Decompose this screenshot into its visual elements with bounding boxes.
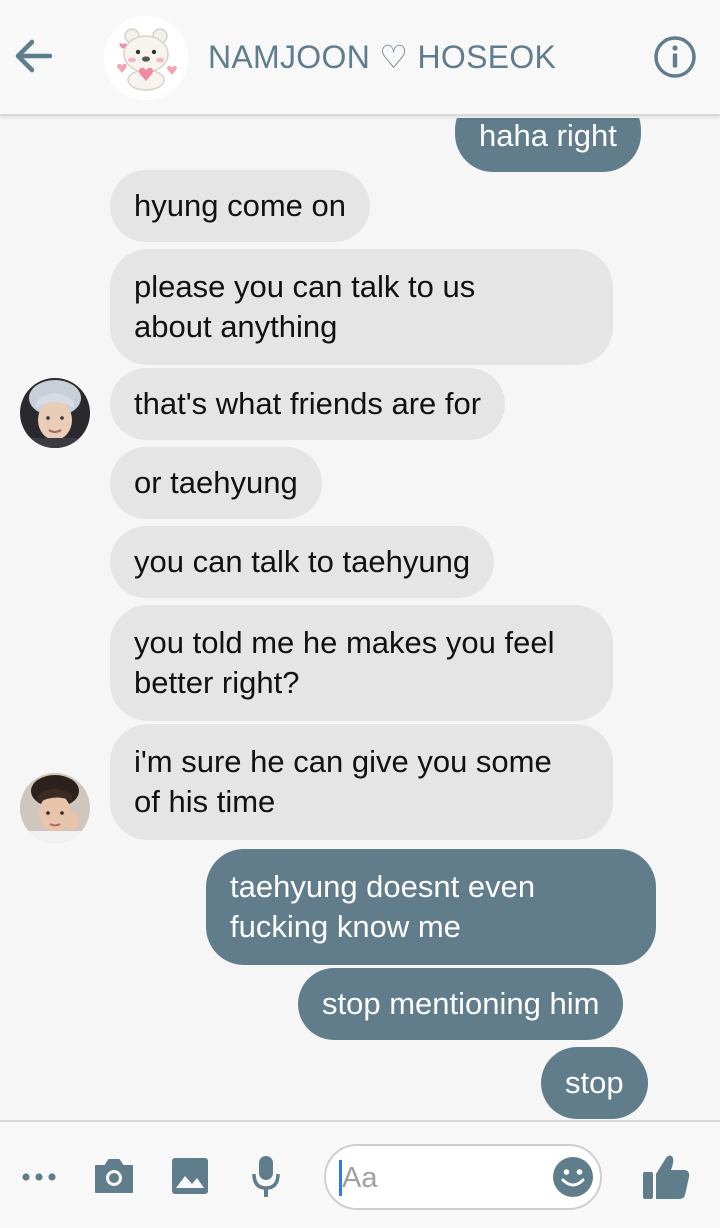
incoming-message[interactable]: that's what friends are for xyxy=(110,368,506,440)
message-input-placeholder: Aa xyxy=(342,1162,378,1194)
more-icon xyxy=(22,1173,56,1181)
incoming-message[interactable]: you told me he makes you feel better rig… xyxy=(110,605,613,721)
voice-button[interactable] xyxy=(250,1154,282,1200)
chat-header: NAMJOON ♡ HOSEOK xyxy=(0,0,720,116)
message-text: about anything xyxy=(134,309,338,344)
outgoing-message[interactable]: taehyung doesnt even fucking know me xyxy=(206,849,656,965)
message-text: i'm sure he can give you some xyxy=(134,744,552,779)
conversation-avatar[interactable] xyxy=(104,16,188,100)
incoming-message[interactable]: or taehyung xyxy=(110,447,322,519)
camera-button[interactable] xyxy=(92,1156,136,1196)
message-text: stop mentioning him xyxy=(322,986,600,1021)
info-button[interactable] xyxy=(652,34,698,80)
message-text: hyung come on xyxy=(134,188,346,223)
message-thread[interactable]: haha right hyung come on please you can … xyxy=(0,118,720,1120)
gallery-button[interactable] xyxy=(170,1156,210,1196)
back-button[interactable] xyxy=(10,30,58,82)
message-input[interactable]: Aa xyxy=(324,1144,602,1210)
message-text: better right? xyxy=(134,665,300,700)
message-text: taehyung doesnt even xyxy=(230,869,536,904)
message-text: of his time xyxy=(134,784,276,819)
arrow-left-icon xyxy=(15,39,53,73)
bear-sticker-icon xyxy=(104,16,188,100)
conversation-title[interactable]: NAMJOON ♡ HOSEOK xyxy=(208,38,556,76)
microphone-icon xyxy=(252,1156,280,1197)
more-button[interactable] xyxy=(20,1162,58,1192)
outgoing-message[interactable]: stop xyxy=(541,1047,648,1119)
incoming-message[interactable]: hyung come on xyxy=(110,170,370,242)
user-photo-icon xyxy=(20,378,90,448)
like-button[interactable] xyxy=(640,1152,692,1202)
message-text: that's what friends are for xyxy=(134,386,482,421)
message-text: haha right xyxy=(479,118,617,153)
message-text: fucking know me xyxy=(230,909,461,944)
info-icon xyxy=(654,36,696,78)
message-text: stop xyxy=(565,1065,624,1100)
camera-icon xyxy=(95,1159,133,1193)
incoming-message[interactable]: i'm sure he can give you some of his tim… xyxy=(110,724,613,840)
message-text: you can talk to taehyung xyxy=(134,544,471,579)
message-text: you told me he makes you feel xyxy=(134,625,555,660)
incoming-message[interactable]: please you can talk to us about anything xyxy=(110,249,613,365)
message-composer: Aa xyxy=(0,1120,720,1228)
sender-avatar[interactable] xyxy=(20,378,90,448)
message-text: please you can talk to us xyxy=(134,269,476,304)
outgoing-message[interactable]: haha right xyxy=(455,118,641,172)
user-photo-icon xyxy=(20,773,90,843)
emoji-icon xyxy=(553,1157,593,1197)
incoming-message[interactable]: you can talk to taehyung xyxy=(110,526,495,598)
message-text: or taehyung xyxy=(134,465,298,500)
thumbs-up-icon xyxy=(643,1155,690,1199)
outgoing-message[interactable]: stop mentioning him xyxy=(298,968,624,1040)
image-icon xyxy=(172,1158,208,1194)
sender-avatar[interactable] xyxy=(20,773,90,843)
emoji-button[interactable] xyxy=(552,1156,594,1198)
